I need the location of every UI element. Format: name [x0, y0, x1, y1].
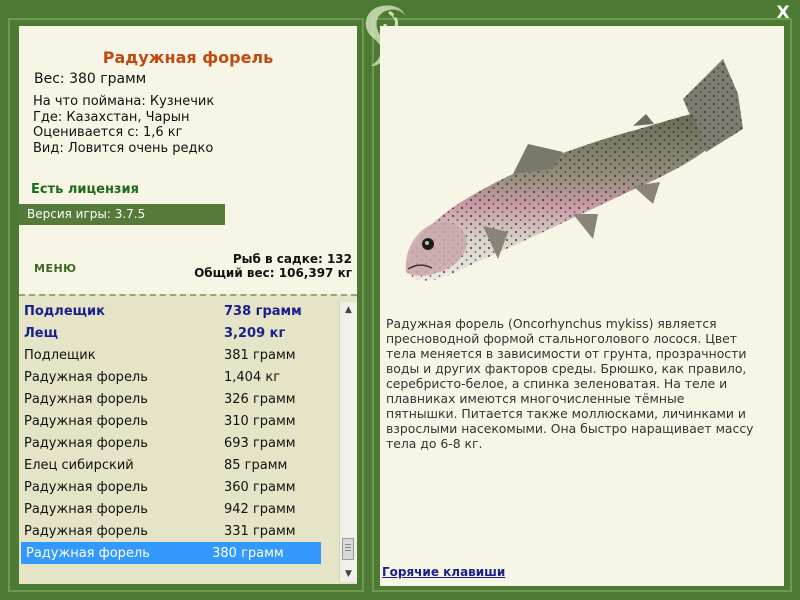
catch-list-row[interactable]: Радужная форель 1,404 кг	[19, 366, 341, 388]
fish-details: На что поймана: Кузнечик Где: Казахстан,…	[33, 94, 214, 156]
rainbow-trout-image	[405, 59, 743, 281]
catch-fish-weight: 693 грамм	[224, 435, 296, 451]
scroll-up-arrow-icon[interactable]: ▲	[340, 302, 357, 318]
catch-list-row[interactable]: Радужная форель 310 грамм	[19, 410, 341, 432]
menu-button[interactable]: МЕНЮ	[34, 262, 77, 275]
scroll-down-arrow-icon[interactable]: ▼	[340, 566, 357, 582]
catch-fish-weight: 331 грамм	[224, 523, 296, 539]
catch-fish-name: Лещ	[24, 325, 58, 341]
catch-fish-name: Подлещик	[24, 347, 96, 363]
fish-count: Рыб в садке: 132	[232, 252, 352, 266]
catch-fish-weight: 310 грамм	[224, 413, 296, 429]
catch-fish-name: Радужная форель	[26, 545, 150, 561]
catch-list-row[interactable]: Подлещик 738 грамм	[19, 300, 341, 322]
fish-value: Оценивается с: 1,6 кг	[33, 125, 183, 140]
catch-list-row[interactable]: Елец сибирский 85 грамм	[19, 454, 341, 476]
catch-fish-weight: 381 грамм	[224, 347, 296, 363]
fish-bait: На что поймана: Кузнечик	[33, 94, 215, 109]
catch-fish-weight: 738 грамм	[224, 303, 302, 319]
fish-name-title: Радужная форель	[102, 48, 274, 67]
catch-list[interactable]: Подлещик 738 грамм Лещ 3,209 кг Подлещик 381 …	[19, 300, 341, 564]
version-label: Версия игры: 3.7.5	[27, 207, 146, 221]
catch-fish-name: Радужная форель	[24, 501, 148, 517]
hotkeys-link[interactable]: Горячие клавиши	[382, 565, 505, 579]
total-weight: Общий вес: 106,397 кг	[194, 266, 352, 280]
fish-description-panel: Радужная форель (Oncorhynchus mykiss) яв…	[380, 26, 784, 586]
close-button[interactable]: X	[774, 4, 792, 22]
catch-fish-weight: 1,404 кг	[224, 369, 281, 385]
catch-fish-weight: 360 грамм	[224, 479, 296, 495]
catch-fish-name: Елец сибирский	[24, 457, 134, 473]
catch-fish-name: Радужная форель	[24, 413, 148, 429]
catch-list-panel: Подлещик 738 грамм Лещ 3,209 кг Подлещик 381 …	[19, 294, 357, 584]
list-scrollbar[interactable]: ▲ ▼	[339, 302, 357, 582]
catch-fish-weight: 3,209 кг	[224, 325, 286, 341]
fish-description: Радужная форель (Oncorhynchus mykiss) яв…	[386, 316, 754, 451]
catch-list-row[interactable]: Подлещик 381 грамм	[19, 344, 341, 366]
version-bar: Версия игры: 3.7.5	[19, 204, 225, 225]
catch-stats: Рыб в садке: 132 Общий вес: 106,397 кг	[194, 252, 352, 280]
catch-fish-name: Подлещик	[24, 303, 105, 319]
fish-rarity: Вид: Ловится очень редко	[33, 140, 214, 156]
catch-list-row[interactable]: Радужная форель 326 грамм	[19, 388, 341, 410]
catch-fish-weight: 380 грамм	[212, 545, 284, 561]
catch-list-row[interactable]: Радужная форель 331 грамм	[19, 520, 341, 542]
catch-fish-name: Радужная форель	[24, 523, 148, 539]
catch-list-row[interactable]: Радужная форель 942 грамм	[19, 498, 341, 520]
catch-fish-name: Радужная форель	[24, 369, 148, 385]
license-status: Есть лицензия	[31, 182, 139, 197]
catch-list-row[interactable]: Радужная форель 380 грамм	[21, 542, 321, 564]
catch-fish-weight: 326 грамм	[224, 391, 296, 407]
catch-fish-name: Радужная форель	[24, 479, 148, 495]
catch-list-row[interactable]: Лещ 3,209 кг	[19, 322, 341, 344]
catch-fish-weight: 85 грамм	[224, 457, 288, 473]
window-frame: X Радужная форель Вес: 380 грамм На что …	[0, 0, 800, 600]
catch-list-row[interactable]: Радужная форель 693 грамм	[19, 432, 341, 454]
fish-weight: Вес: 380 грамм	[34, 71, 147, 87]
fish-location: Где: Казахстан, Чарын	[33, 109, 190, 125]
scroll-thumb[interactable]	[342, 538, 354, 560]
list-divider	[19, 294, 357, 296]
catch-fish-name: Радужная форель	[24, 391, 148, 407]
catch-fish-name: Радужная форель	[24, 435, 148, 451]
catch-fish-weight: 942 грамм	[224, 501, 296, 517]
catch-list-row[interactable]: Радужная форель 360 грамм	[19, 476, 341, 498]
